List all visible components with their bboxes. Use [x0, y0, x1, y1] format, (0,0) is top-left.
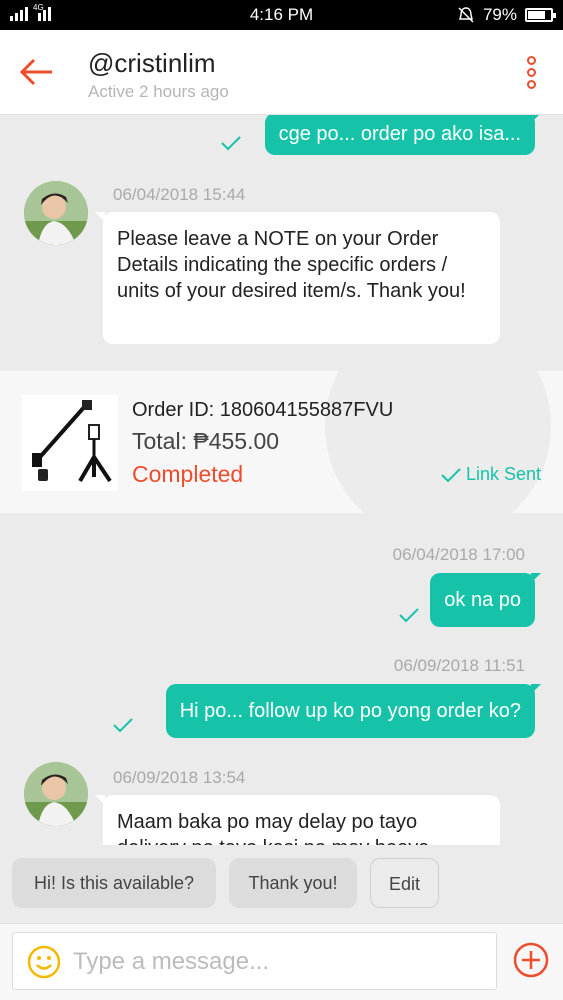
- message-input[interactable]: Type a message...: [12, 932, 497, 990]
- product-thumbnail: [22, 395, 118, 491]
- back-arrow-icon[interactable]: [18, 52, 58, 92]
- chat-header: @cristinlim Active 2 hours ago: [0, 30, 563, 115]
- add-icon[interactable]: [513, 942, 549, 978]
- battery-icon: [525, 8, 556, 22]
- order-status: Completed: [132, 461, 244, 487]
- read-check-icon: [113, 718, 133, 733]
- card-decoration: [325, 371, 551, 513]
- check-icon: [441, 467, 461, 482]
- order-card[interactable]: Order ID: 180604155887FVU Total: ₱455.00…: [0, 371, 563, 513]
- message-incoming: Please leave a NOTE on your Order Detail…: [95, 212, 500, 344]
- order-id: Order ID: 180604155887FVU: [132, 399, 394, 421]
- link-sent-status: Link Sent: [440, 464, 541, 485]
- message-incoming: Maam baka po may delay po tayo delivery …: [95, 795, 500, 845]
- battery-percent: 79%: [482, 5, 517, 24]
- quick-reply-thank-you[interactable]: Thank you!: [229, 858, 357, 908]
- message-timestamp: 06/09/2018 11:51: [393, 656, 525, 675]
- battery-fill: [528, 11, 546, 19]
- read-check-icon: [399, 608, 419, 623]
- message-composer: Type a message...: [0, 923, 563, 1000]
- silent-icon: [458, 7, 474, 23]
- status-bar: 4G 4:16 PM 79%: [0, 0, 563, 30]
- order-total: Total: ₱455.00: [132, 428, 280, 454]
- avatar[interactable]: [24, 762, 88, 826]
- message-outgoing: cge po... order po ako isa...: [264, 115, 542, 155]
- message-outgoing: ok na po: [430, 573, 541, 627]
- message-timestamp: 06/04/2018 17:00: [392, 545, 525, 564]
- active-status: Active 2 hours ago: [88, 82, 229, 101]
- avatar-photo: [24, 762, 88, 826]
- chat-messages[interactable]: cge po... order po ako isa... 06/04/2018…: [0, 115, 563, 845]
- quick-reply-available[interactable]: Hi! Is this available?: [12, 858, 216, 908]
- chat-title: @cristinlim: [88, 48, 216, 78]
- link-sent-label: Link Sent: [465, 464, 541, 484]
- avatar-photo: [24, 181, 88, 245]
- emoji-icon[interactable]: [27, 945, 61, 979]
- edit-quick-replies-button[interactable]: Edit: [370, 858, 439, 908]
- message-timestamp: 06/09/2018 13:54: [113, 768, 246, 787]
- quick-replies: Hi! Is this available? Thank you! Edit: [0, 845, 563, 923]
- message-placeholder: Type a message...: [73, 948, 270, 975]
- avatar[interactable]: [24, 181, 88, 245]
- more-vertical-icon[interactable]: [525, 56, 537, 90]
- message-outgoing: Hi po... follow up ko po yong order ko?: [165, 684, 542, 738]
- message-timestamp: 06/04/2018 15:44: [113, 185, 246, 204]
- selfie-stick-tripod-image: [32, 400, 112, 483]
- read-check-icon: [221, 136, 241, 151]
